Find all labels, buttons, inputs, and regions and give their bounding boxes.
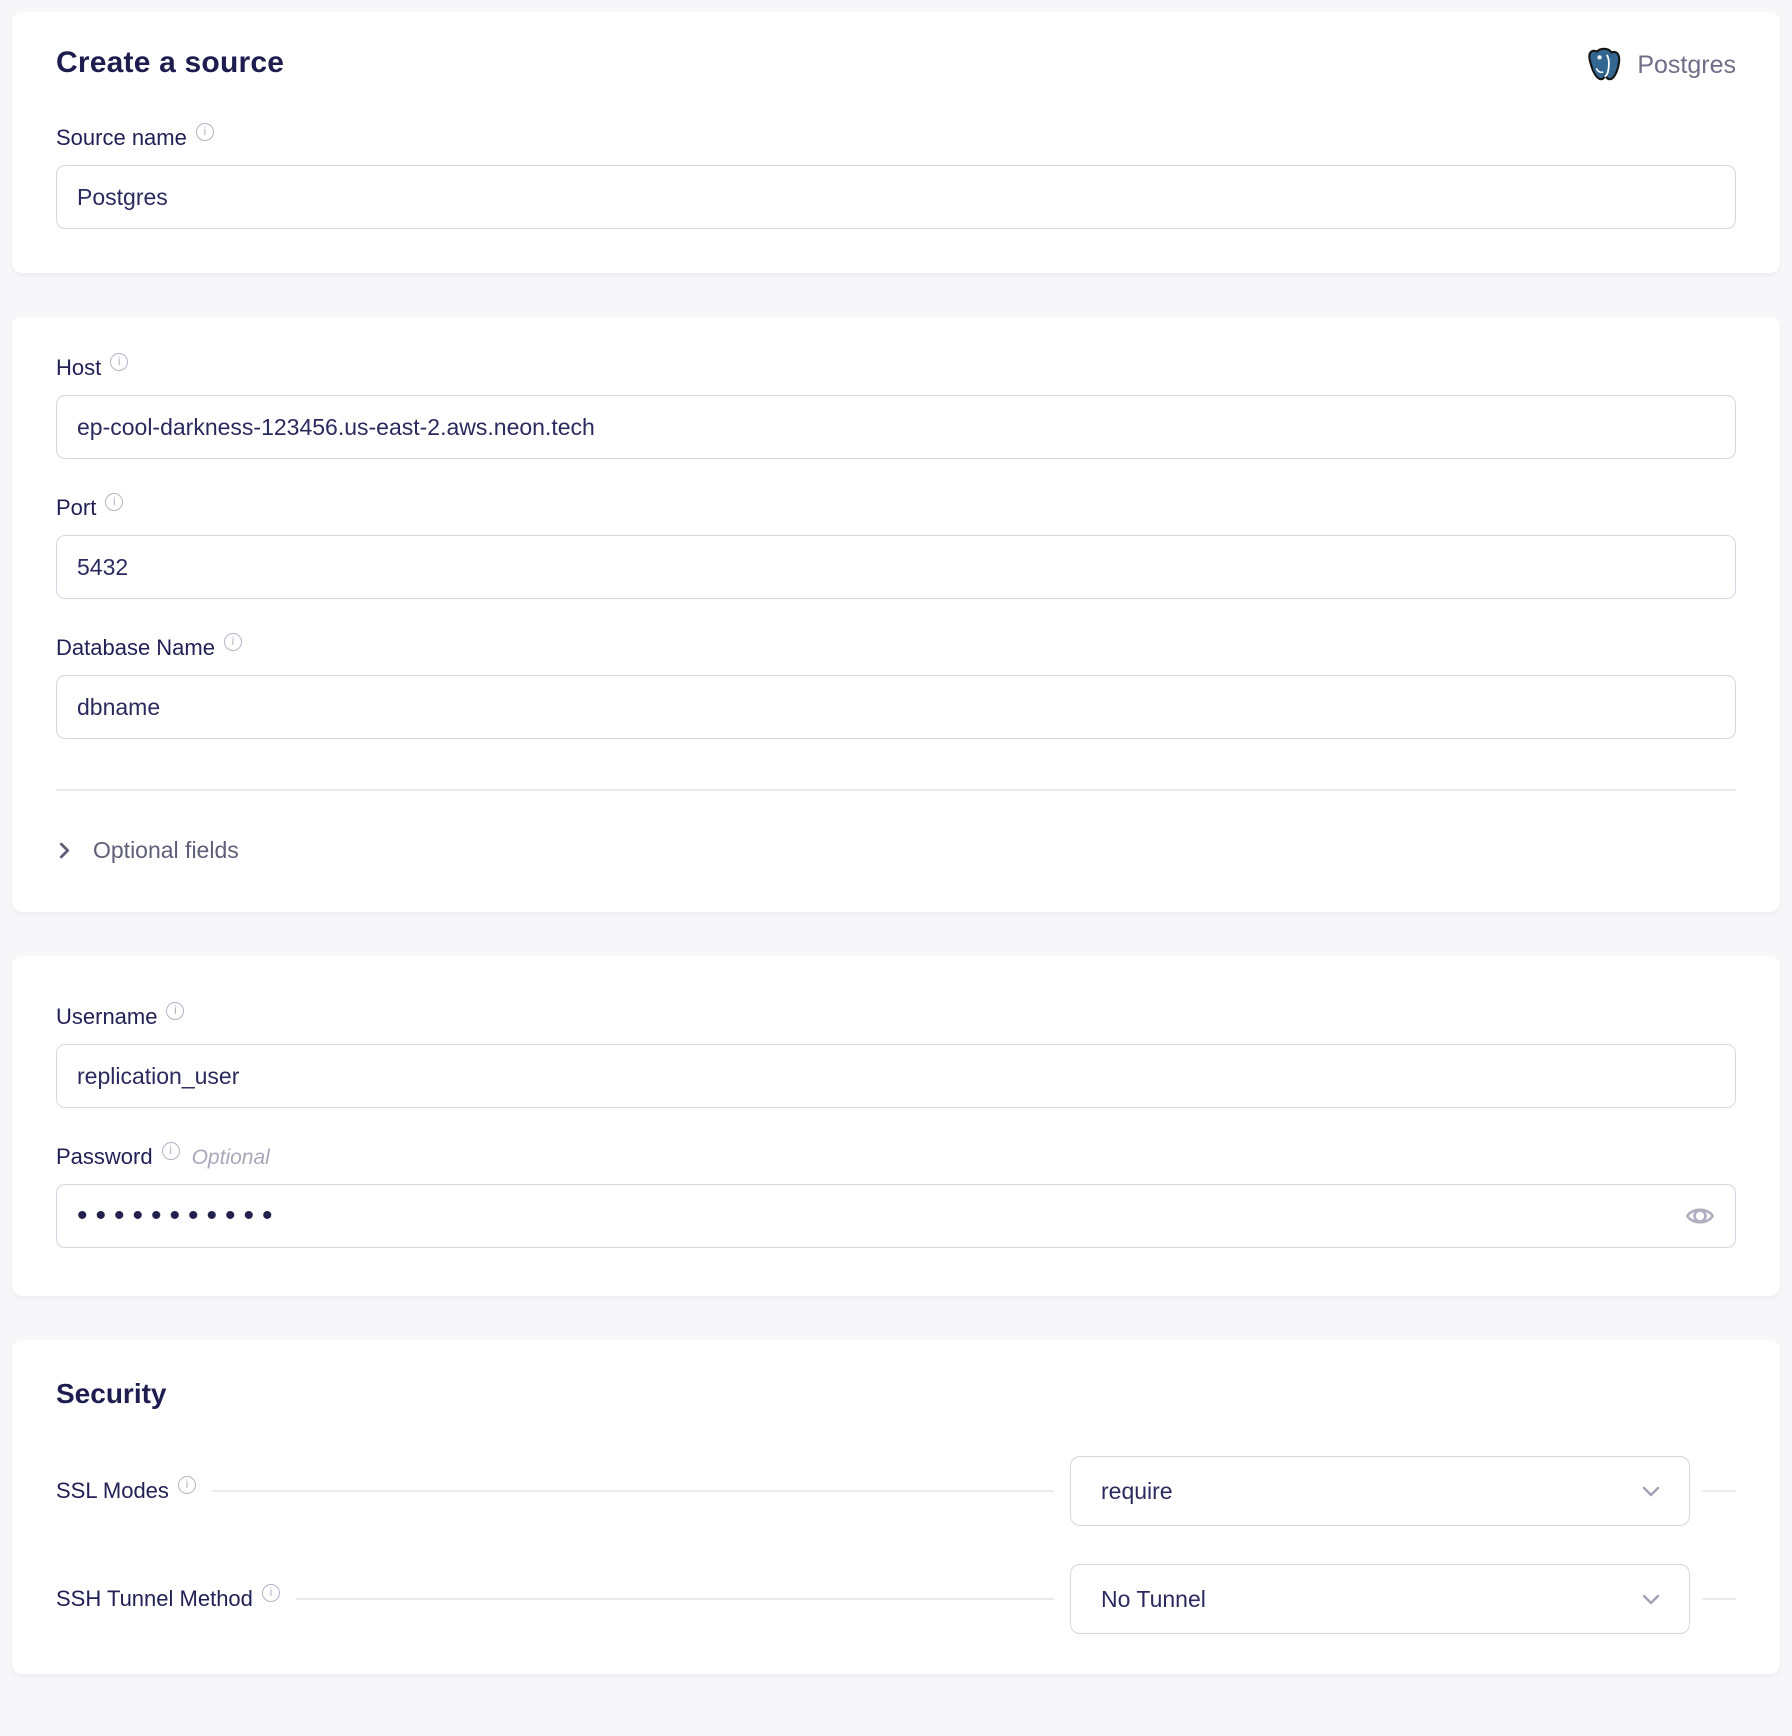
port-input[interactable]	[56, 535, 1736, 599]
ssh-tunnel-info-icon[interactable]	[262, 1584, 280, 1602]
ssl-modes-value: require	[1101, 1478, 1173, 1505]
page-title: Create a source	[56, 46, 284, 80]
connector-line	[1702, 1598, 1736, 1600]
connector-line	[1702, 1490, 1736, 1492]
password-info-icon[interactable]	[162, 1142, 180, 1160]
ssh-tunnel-value: No Tunnel	[1101, 1586, 1206, 1613]
eye-icon	[1684, 1220, 1716, 1235]
database-name-info-icon[interactable]	[224, 633, 242, 651]
source-name-info-icon[interactable]	[196, 123, 214, 141]
ssh-tunnel-label: SSH Tunnel Method	[56, 1586, 253, 1612]
postgres-logo-icon	[1585, 46, 1623, 85]
database-name-label: Database Name	[56, 635, 215, 661]
credentials-card: Username Password Optional	[12, 956, 1780, 1296]
security-title: Security	[56, 1378, 1736, 1410]
database-name-input[interactable]	[56, 675, 1736, 739]
ssh-tunnel-select[interactable]: No Tunnel	[1070, 1564, 1690, 1634]
divider	[56, 789, 1736, 791]
host-label: Host	[56, 355, 101, 381]
connector-line	[296, 1598, 1054, 1600]
connector-line	[212, 1490, 1054, 1492]
connector-name: Postgres	[1637, 51, 1736, 80]
ssh-tunnel-row: SSH Tunnel Method No Tunnel	[56, 1564, 1736, 1634]
port-info-icon[interactable]	[105, 493, 123, 511]
optional-fields-toggle[interactable]: Optional fields	[56, 837, 1736, 864]
password-input[interactable]	[56, 1184, 1736, 1248]
port-label: Port	[56, 495, 96, 521]
chevron-down-icon	[1639, 1587, 1663, 1611]
security-card: Security SSL Modes require SSH Tunnel Me…	[12, 1340, 1780, 1674]
page: { "header_card": { "title": "Create a so…	[0, 0, 1792, 1736]
username-info-icon[interactable]	[166, 1002, 184, 1020]
connector-badge: Postgres	[1585, 46, 1736, 85]
password-label: Password	[56, 1144, 153, 1170]
source-name-label: Source name	[56, 125, 187, 151]
optional-fields-label: Optional fields	[93, 837, 239, 864]
ssl-modes-label: SSL Modes	[56, 1478, 169, 1504]
ssl-modes-info-icon[interactable]	[178, 1476, 196, 1494]
connection-card: Host Port Database Name Optional fields	[12, 317, 1780, 912]
chevron-down-icon	[1639, 1479, 1663, 1503]
ssl-modes-row: SSL Modes require	[56, 1456, 1736, 1526]
username-label: Username	[56, 1004, 157, 1030]
source-name-input[interactable]	[56, 165, 1736, 229]
ssl-modes-select[interactable]: require	[1070, 1456, 1690, 1526]
host-input[interactable]	[56, 395, 1736, 459]
create-source-card: Create a source Postgres Source name	[12, 12, 1780, 273]
chevron-right-icon	[56, 842, 73, 859]
host-info-icon[interactable]	[110, 353, 128, 371]
username-input[interactable]	[56, 1044, 1736, 1108]
toggle-password-visibility-button[interactable]	[1680, 1196, 1720, 1236]
password-optional-badge: Optional	[192, 1146, 270, 1170]
